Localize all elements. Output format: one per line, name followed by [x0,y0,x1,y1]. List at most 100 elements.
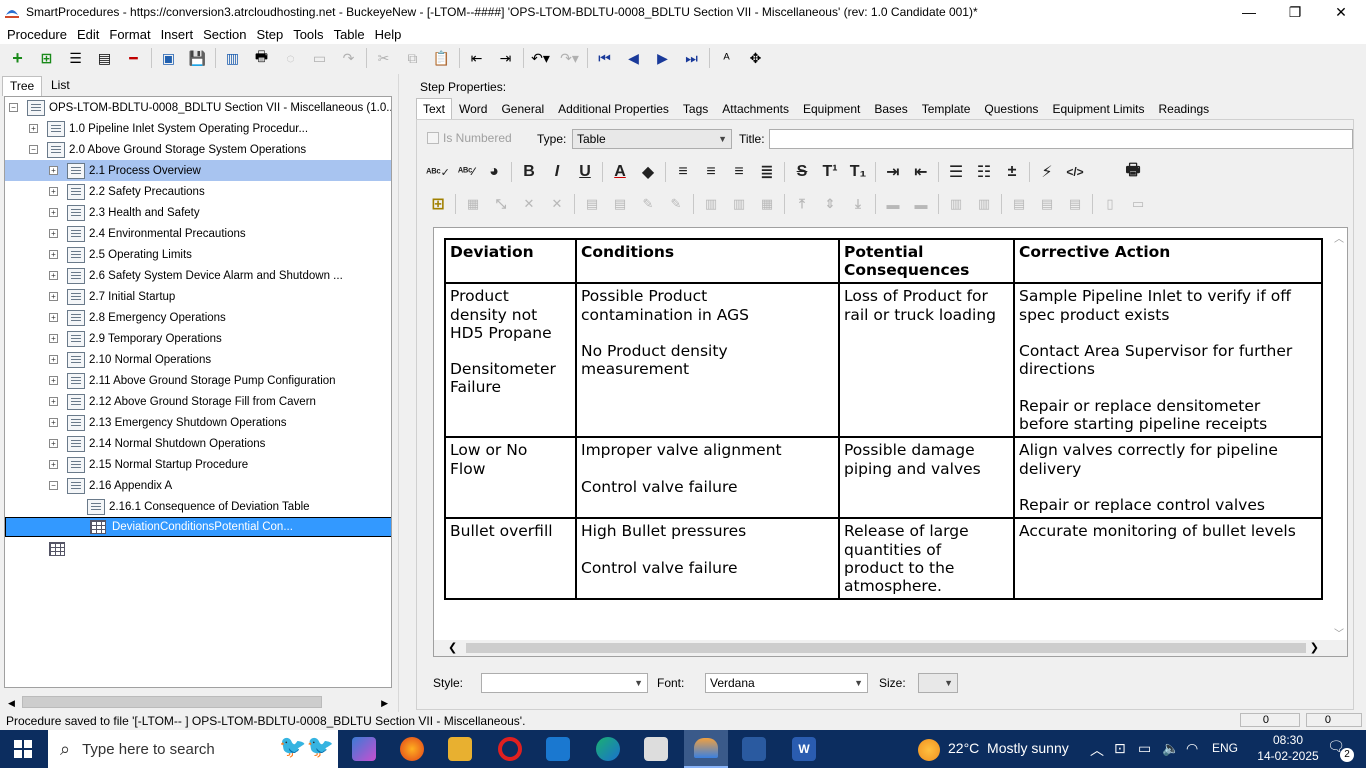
table-properties-icon[interactable]: ▦ [462,193,484,215]
horizontal-rule-icon[interactable]: ± [1001,161,1023,183]
insert-row-above-icon[interactable]: ▤ [581,193,603,215]
align-right-icon[interactable]: ≡ [728,161,750,183]
tab-equipment-limits[interactable]: Equipment Limits [1045,98,1151,120]
font-color-icon[interactable]: A [609,161,631,183]
calculator-app-icon[interactable] [644,737,668,761]
scroll-right-icon[interactable]: ▶ [381,698,388,709]
table-cell[interactable]: Release of large quantities of product t… [838,517,1015,601]
table-cell[interactable]: Align valves correctly for pipeline deli… [1013,436,1323,520]
redo-icon[interactable]: ↷▾ [558,47,581,69]
distribute-rows-icon[interactable]: ▥ [973,193,995,215]
strikethrough-icon[interactable]: S [791,161,813,183]
tree-item[interactable]: +2.8 Emergency Operations [49,307,226,328]
tree-item[interactable]: +2.15 Normal Startup Procedure [49,454,248,475]
spellcheck-icon[interactable]: ᴬ [715,47,738,69]
tree-item[interactable]: +2.10 Normal Operations [49,349,211,370]
clock-time[interactable]: 08:30 [1258,733,1318,747]
paste-icon[interactable]: 📋 [430,47,453,69]
tree-root[interactable]: − OPS-LTOM-BDLTU-0008_BDLTU Section VII -… [9,97,391,118]
tree-item[interactable]: +2.12 Above Ground Storage Fill from Cav… [49,391,316,412]
last-icon[interactable]: ⏭ [680,47,703,69]
tab-list[interactable]: List [44,76,77,96]
copilot-icon[interactable] [352,737,376,761]
scroll-left-icon[interactable]: ❮ [448,641,457,654]
color-circle-icon[interactable]: ◕ [483,161,505,183]
outdent-icon[interactable]: ⇤ [910,161,932,183]
add-step-icon[interactable]: + [6,47,29,69]
cell-align-left-icon[interactable]: ▤ [1008,193,1030,215]
firefox-icon[interactable] [400,737,424,761]
expand-icon[interactable]: + [49,313,58,322]
minimize-button[interactable]: — [1226,0,1272,24]
move-icon[interactable]: ✥ [744,47,767,69]
header-corrective-action[interactable]: Corrective Action [1013,237,1323,285]
tab-template[interactable]: Template [915,98,978,120]
tree-horizontal-scrollbar[interactable]: ◀ ▶ [4,694,392,710]
split-icon[interactable]: ⤡ [490,193,512,215]
tree-item[interactable]: +2.13 Emergency Shutdown Operations [49,412,287,433]
bold-icon[interactable]: B [518,161,540,183]
fill-color-icon[interactable]: ◆ [637,161,659,183]
tab-equipment[interactable]: Equipment [796,98,867,120]
tab-general[interactable]: General [494,98,551,120]
form-icon[interactable]: ▭ [308,47,331,69]
volume-icon[interactable]: 🔈 [1162,740,1179,757]
header-potential-consequences[interactable]: Potential Consequences [838,237,1015,285]
style-select[interactable]: ▼ [481,673,648,693]
table-cell[interactable]: Bullet overfill [444,517,577,601]
delete-col-icon[interactable]: ▦ [756,193,778,215]
list-icon[interactable]: ☰ [64,47,87,69]
editor-vertical-scrollbar[interactable]: ︿ ﹀ [1331,228,1347,642]
tab-bases[interactable]: Bases [867,98,914,120]
scroll-thumb[interactable] [22,696,322,708]
export-icon[interactable]: ▥ [221,47,244,69]
align-bottom-icon[interactable]: ⤓ [847,193,869,215]
save-icon[interactable]: 💾 [186,47,209,69]
tree-item[interactable]: +2.11 Above Ground Storage Pump Configur… [49,370,336,391]
tree-item[interactable]: 2.16.1 Consequence of Deviation Table [87,496,310,517]
network-icon[interactable]: ⊡ [1114,740,1126,757]
header-conditions[interactable]: Conditions [575,237,840,285]
language-indicator[interactable]: ENG [1212,741,1238,755]
list-indent-icon[interactable]: ▤ [93,47,116,69]
tree-item[interactable]: +2.9 Temporary Operations [49,328,222,349]
tree-item[interactable]: +2.2 Safety Precautions [49,181,205,202]
delete-icon[interactable]: ━ [122,47,145,69]
tree-item[interactable]: −2.0 Above Ground Storage System Operati… [29,139,306,160]
expand-icon[interactable]: + [49,397,58,406]
menu-table[interactable]: Table [334,27,365,42]
outdent-icon[interactable]: ⇤ [465,47,488,69]
deviation-table[interactable]: Deviation Conditions Potential Consequen… [444,237,1323,601]
scroll-right-icon[interactable]: ❯ [1310,641,1319,654]
weather-text[interactable]: 22°C Mostly sunny [948,740,1069,756]
editor-horizontal-scrollbar[interactable]: ❮ ❯ [434,640,1347,656]
menu-insert[interactable]: Insert [161,27,194,42]
add-substep-icon[interactable]: ⊞ [35,47,58,69]
merge-cells-icon[interactable]: ▬ [882,193,904,215]
magic-wand-icon[interactable]: ⚡ [1036,161,1058,183]
expand-icon[interactable]: + [49,229,58,238]
italic-icon[interactable]: I [546,161,568,183]
align-top-icon[interactable]: ⤒ [791,193,813,215]
menu-section[interactable]: Section [203,27,246,42]
insert-col-left-icon[interactable]: ▥ [700,193,722,215]
copy-icon[interactable]: ⧉ [401,47,424,69]
table-cell[interactable]: Product density not HD5 Propane Densitom… [444,282,577,439]
tree-item-selected[interactable]: +2.1 Process Overview [5,160,391,181]
font-select[interactable]: Verdana ▼ [705,673,868,693]
expand-icon[interactable]: + [49,334,58,343]
menu-tools[interactable]: Tools [293,27,323,42]
tree-item[interactable]: +2.14 Normal Shutdown Operations [49,433,265,454]
table-cell[interactable]: High Bullet pressures Control valve fail… [575,517,840,601]
tree-item[interactable]: +2.4 Environmental Precautions [49,223,246,244]
word-icon[interactable]: W [792,737,816,761]
cell-align-right-icon[interactable]: ▤ [1064,193,1086,215]
previous-icon[interactable]: ◀ [622,47,645,69]
open-icon[interactable]: ▣ [157,47,180,69]
expand-icon[interactable]: + [49,439,58,448]
redo-step-icon[interactable]: ↷ [337,47,360,69]
scroll-thumb[interactable] [466,643,1306,653]
bullet-list-icon[interactable]: ☰ [945,161,967,183]
tree-item[interactable]: +2.3 Health and Safety [49,202,200,223]
expand-icon[interactable]: + [49,166,58,175]
